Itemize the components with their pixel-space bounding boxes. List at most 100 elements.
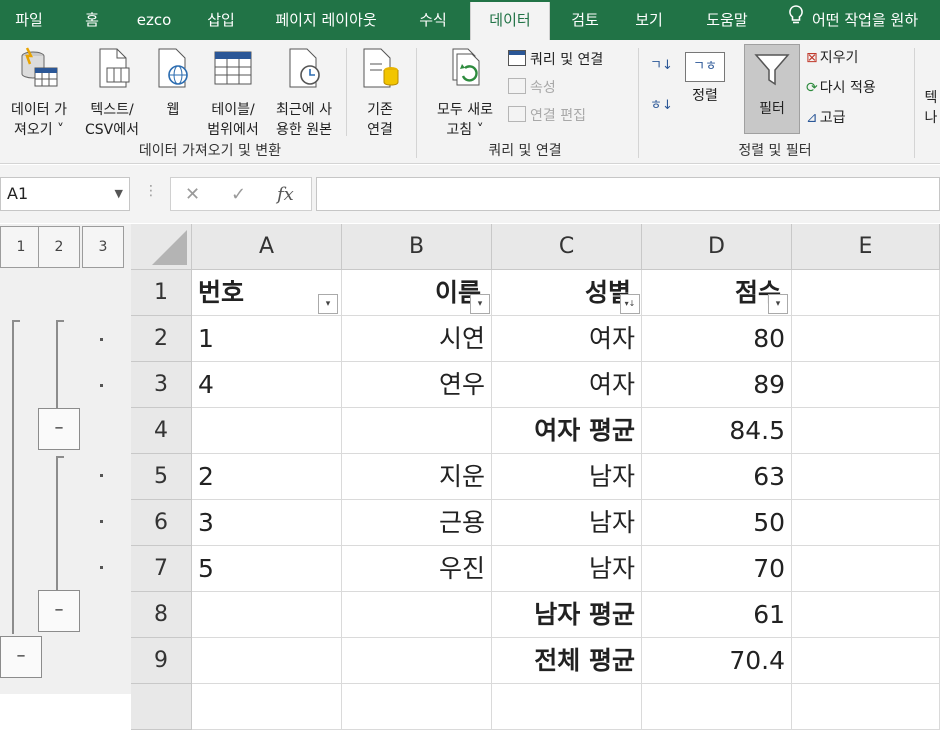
select-all-corner[interactable] xyxy=(131,224,192,270)
cell-a2[interactable]: 1 xyxy=(192,316,342,362)
tab-file[interactable]: 파일 xyxy=(0,0,58,40)
filter-dropdown-c-sorted[interactable]: ▾↓ xyxy=(620,294,640,314)
cell-c10[interactable] xyxy=(492,684,642,730)
tab-ezco[interactable]: ezco xyxy=(124,0,184,40)
row-header-7[interactable]: 7 xyxy=(131,546,192,592)
tab-help[interactable]: 도움말 xyxy=(692,0,762,40)
existing-connections-button[interactable]: 기존 연결 xyxy=(352,46,408,140)
column-header-b[interactable]: B xyxy=(342,224,492,270)
cell-e7[interactable] xyxy=(792,546,940,592)
cell-a4[interactable] xyxy=(192,408,342,454)
cell-c7[interactable]: 남자 xyxy=(492,546,642,592)
filter-dropdown-b[interactable]: ▾ xyxy=(470,294,490,314)
cell-c4[interactable]: 여자 평균 xyxy=(492,408,642,454)
cell-b3[interactable]: 연우 xyxy=(342,362,492,408)
text-to-columns-button[interactable]: 텍 나 xyxy=(922,58,940,128)
cell-b6[interactable]: 근용 xyxy=(342,500,492,546)
cell-c8[interactable]: 남자 평균 xyxy=(492,592,642,638)
enter-icon[interactable]: ✓ xyxy=(231,184,246,205)
row-header-3[interactable]: 3 xyxy=(131,362,192,408)
tab-view[interactable]: 보기 xyxy=(620,0,678,40)
tab-review[interactable]: 검토 xyxy=(556,0,614,40)
cell-e8[interactable] xyxy=(792,592,940,638)
row-header-2[interactable]: 2 xyxy=(131,316,192,362)
cell-d2[interactable]: 80 xyxy=(642,316,792,362)
row-header-9[interactable]: 9 xyxy=(131,638,192,684)
tab-data[interactable]: 데이터 xyxy=(470,2,550,40)
cell-b5[interactable]: 지운 xyxy=(342,454,492,500)
tab-insert[interactable]: 삽입 xyxy=(192,0,250,40)
outline-level-3-button[interactable]: 3 xyxy=(82,226,124,268)
cell-b4[interactable] xyxy=(342,408,492,454)
cell-d7[interactable]: 70 xyxy=(642,546,792,592)
clear-filter-button[interactable]: ⊠ 지우기 xyxy=(806,48,858,68)
name-box[interactable]: A1 ▼ xyxy=(0,177,130,211)
cell-c3[interactable]: 여자 xyxy=(492,362,642,408)
queries-connections-button[interactable]: 쿼리 및 연결 xyxy=(508,50,603,70)
cell-b8[interactable] xyxy=(342,592,492,638)
cell-a10[interactable] xyxy=(192,684,342,730)
outline-level-1-button[interactable]: 1 xyxy=(0,226,42,268)
collapse-all-button[interactable]: – xyxy=(0,636,42,678)
row-header-1[interactable]: 1 xyxy=(131,270,192,316)
from-web-button[interactable]: 웹 xyxy=(148,46,198,120)
column-header-c[interactable]: C xyxy=(492,224,642,270)
row-header-8[interactable]: 8 xyxy=(131,592,192,638)
row-header-6[interactable]: 6 xyxy=(131,500,192,546)
chevron-down-icon[interactable]: ▼ xyxy=(115,178,123,210)
recent-sources-button[interactable]: 최근에 사 용한 원본 xyxy=(268,46,340,140)
advanced-filter-button[interactable]: ⊿ 고급 xyxy=(806,108,846,128)
cell-a8[interactable] xyxy=(192,592,342,638)
sort-button[interactable]: ㄱㅎ 정렬 xyxy=(682,50,728,106)
filter-dropdown-d[interactable]: ▾ xyxy=(768,294,788,314)
cell-e4[interactable] xyxy=(792,408,940,454)
cell-c5[interactable]: 남자 xyxy=(492,454,642,500)
cell-c2[interactable]: 여자 xyxy=(492,316,642,362)
reapply-button[interactable]: ⟳ 다시 적용 xyxy=(806,78,876,98)
refresh-all-button[interactable]: 모두 새로 고침 ˅ xyxy=(426,46,504,140)
cell-b2[interactable]: 시연 xyxy=(342,316,492,362)
column-header-d[interactable]: D xyxy=(642,224,792,270)
filter-button[interactable]: 필터 xyxy=(744,44,800,134)
cell-a3[interactable]: 4 xyxy=(192,362,342,408)
cell-d5[interactable]: 63 xyxy=(642,454,792,500)
from-text-csv-button[interactable]: 텍스트/ CSV에서 xyxy=(78,46,146,140)
cell-e3[interactable] xyxy=(792,362,940,408)
cell-d4[interactable]: 84.5 xyxy=(642,408,792,454)
cancel-icon[interactable]: ✕ xyxy=(185,184,200,205)
cell-e10[interactable] xyxy=(792,684,940,730)
collapse-group-button[interactable]: – xyxy=(38,408,80,450)
cell-d8[interactable]: 61 xyxy=(642,592,792,638)
filter-dropdown-a[interactable]: ▾ xyxy=(318,294,338,314)
cell-b10[interactable] xyxy=(342,684,492,730)
tab-home[interactable]: 홈 xyxy=(66,0,118,40)
sort-ascending-button[interactable]: ㄱ↓ xyxy=(650,56,673,76)
cell-a7[interactable]: 5 xyxy=(192,546,342,592)
cell-b7[interactable]: 우진 xyxy=(342,546,492,592)
collapse-group-button[interactable]: – xyxy=(38,590,80,632)
row-header-4[interactable]: 4 xyxy=(131,408,192,454)
cell-d10[interactable] xyxy=(642,684,792,730)
get-data-button[interactable]: 데이터 가 져오기 ˅ xyxy=(2,46,76,140)
cell-c6[interactable]: 남자 xyxy=(492,500,642,546)
cell-a6[interactable]: 3 xyxy=(192,500,342,546)
column-header-e[interactable]: E xyxy=(792,224,940,270)
cell-e2[interactable] xyxy=(792,316,940,362)
row-header-10[interactable] xyxy=(131,684,192,730)
sort-descending-button[interactable]: ㅎ↓ xyxy=(650,96,673,116)
row-header-5[interactable]: 5 xyxy=(131,454,192,500)
drag-handle-icon[interactable]: ⋮ xyxy=(144,183,158,199)
cell-a5[interactable]: 2 xyxy=(192,454,342,500)
from-table-range-button[interactable]: 테이블/ 범위에서 xyxy=(200,46,266,140)
insert-function-icon[interactable]: fx xyxy=(277,184,294,205)
cell-d3[interactable]: 89 xyxy=(642,362,792,408)
tell-me-search[interactable]: 어떤 작업을 원하 xyxy=(786,0,918,40)
cell-b9[interactable] xyxy=(342,638,492,684)
column-header-a[interactable]: A xyxy=(192,224,342,270)
cell-e6[interactable] xyxy=(792,500,940,546)
tab-page-layout[interactable]: 페이지 레이아웃 xyxy=(258,0,394,40)
cell-c9[interactable]: 전체 평균 xyxy=(492,638,642,684)
cell-e5[interactable] xyxy=(792,454,940,500)
formula-input[interactable] xyxy=(316,177,940,211)
cell-e9[interactable] xyxy=(792,638,940,684)
